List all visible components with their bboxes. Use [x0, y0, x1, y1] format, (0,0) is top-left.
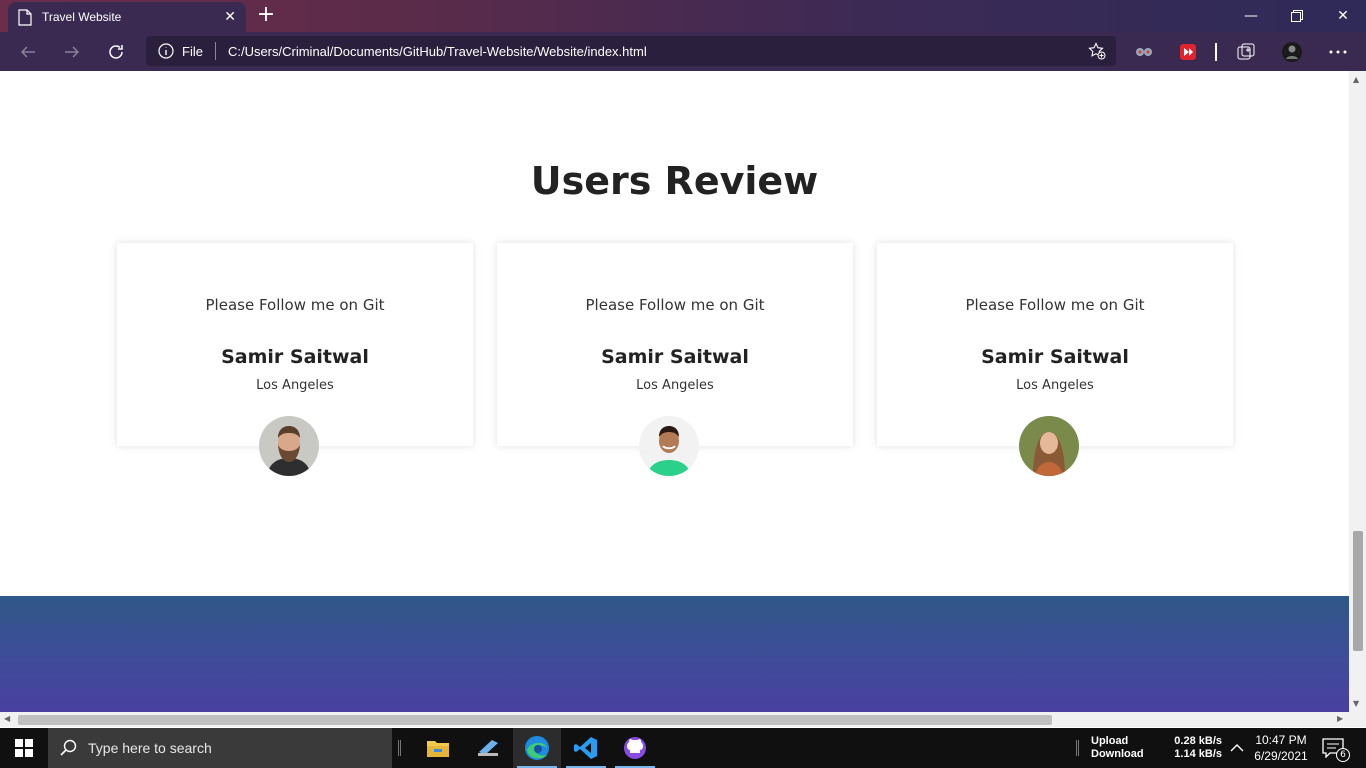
taskbar-search[interactable]: Type here to search [48, 728, 392, 768]
reviewer-name: Samir Saitwal [981, 346, 1129, 368]
url-text[interactable]: C:/Users/Criminal/Documents/GitHub/Trave… [228, 44, 1088, 59]
close-tab-icon[interactable]: ✕ [224, 9, 236, 25]
upload-label: Upload [1091, 735, 1129, 747]
search-placeholder: Type here to search [88, 740, 212, 756]
tab-title: Travel Website [42, 10, 122, 24]
review-quote: Please Follow me on Git [965, 296, 1145, 314]
browser-toolbar: File C:/Users/Criminal/Documents/GitHub/… [0, 32, 1366, 71]
new-tab-icon[interactable]: + [255, 4, 277, 26]
footer-section [0, 596, 1349, 712]
pc-app-icon[interactable] [464, 728, 512, 768]
back-icon[interactable] [16, 40, 40, 64]
more-options-icon[interactable] [1327, 41, 1349, 63]
scroll-left-icon[interactable]: ◀ [4, 714, 10, 723]
address-separator [214, 42, 216, 60]
show-hidden-icons-chevron-icon[interactable] [1229, 740, 1245, 756]
scroll-down-icon[interactable]: ▼ [1353, 699, 1359, 708]
download-label: Download [1091, 748, 1144, 760]
address-bar[interactable]: File C:/Users/Criminal/Documents/GitHub/… [146, 36, 1116, 66]
horizontal-scroll-thumb[interactable] [18, 715, 1052, 725]
notifications-icon[interactable]: 6 [1322, 738, 1350, 762]
add-favorite-icon[interactable] [1088, 42, 1106, 60]
video-extension-icon[interactable] [1177, 41, 1199, 63]
horizontal-scrollbar[interactable]: ◀ ▶ [0, 712, 1349, 727]
vscode-icon[interactable] [562, 728, 610, 768]
forward-icon[interactable] [60, 40, 84, 64]
file-label: File [182, 43, 203, 59]
clock-time: 10:47 PM [1255, 733, 1307, 747]
notification-count-badge: 6 [1336, 748, 1350, 762]
review-card: Please Follow me on Git Samir Saitwal Lo… [117, 243, 473, 446]
page-viewport: Users Review Please Follow me on Git Sam… [0, 71, 1349, 712]
extension-icon[interactable] [1133, 41, 1155, 63]
woman-avatar [1019, 416, 1079, 476]
task-view-handle[interactable] [398, 740, 401, 756]
scrollbar-corner [1349, 712, 1366, 727]
github-desktop-icon[interactable] [611, 728, 659, 768]
scroll-right-icon[interactable]: ▶ [1337, 714, 1343, 723]
review-card: Please Follow me on Git Samir Saitwal Lo… [497, 243, 853, 446]
net-labels: Upload Download [1091, 735, 1144, 761]
review-quote: Please Follow me on Git [205, 296, 385, 314]
file-explorer-icon[interactable] [414, 728, 462, 768]
windows-taskbar: Type here to search Upload Download 0.28… [0, 728, 1366, 768]
browser-titlebar: Travel Website ✕ + — ✕ [0, 0, 1366, 32]
system-clock[interactable]: 10:47 PM 6/29/2021 [1252, 732, 1310, 764]
upload-speed: 0.28 kB/s [1174, 735, 1222, 747]
tab-travel-website[interactable]: Travel Website ✕ [8, 2, 246, 32]
restore-icon[interactable] [1274, 0, 1320, 32]
net-values: 0.28 kB/s 1.14 kB/s [1160, 735, 1222, 761]
review-quote: Please Follow me on Git [585, 296, 765, 314]
tray-divider [1076, 740, 1079, 756]
info-icon[interactable] [158, 43, 174, 59]
start-button[interactable] [0, 728, 48, 768]
smiling-man-avatar [639, 416, 699, 476]
toolbar-divider [1215, 43, 1217, 61]
vertical-scrollbar[interactable]: ▲ ▼ [1349, 71, 1366, 712]
reviewer-name: Samir Saitwal [221, 346, 369, 368]
reviewer-city: Los Angeles [256, 378, 334, 393]
profile-avatar-icon[interactable] [1281, 41, 1303, 63]
section-title: Users Review [530, 159, 819, 203]
reviewer-name: Samir Saitwal [601, 346, 749, 368]
page-icon [18, 8, 32, 26]
scroll-up-icon[interactable]: ▲ [1353, 75, 1359, 84]
refresh-icon[interactable] [104, 40, 128, 64]
close-window-icon[interactable]: ✕ [1320, 0, 1366, 32]
reviewer-city: Los Angeles [1016, 378, 1094, 393]
clock-date: 6/29/2021 [1254, 749, 1308, 763]
download-speed: 1.14 kB/s [1174, 748, 1222, 760]
minimize-icon[interactable]: — [1228, 0, 1274, 32]
edge-browser-icon[interactable] [513, 728, 561, 768]
reviewer-city: Los Angeles [636, 378, 714, 393]
review-card: Please Follow me on Git Samir Saitwal Lo… [877, 243, 1233, 446]
search-icon [60, 739, 77, 756]
vertical-scroll-thumb[interactable] [1353, 531, 1363, 651]
bearded-man-avatar [259, 416, 319, 476]
collections-icon[interactable] [1235, 41, 1257, 63]
windows-icon [15, 739, 33, 757]
